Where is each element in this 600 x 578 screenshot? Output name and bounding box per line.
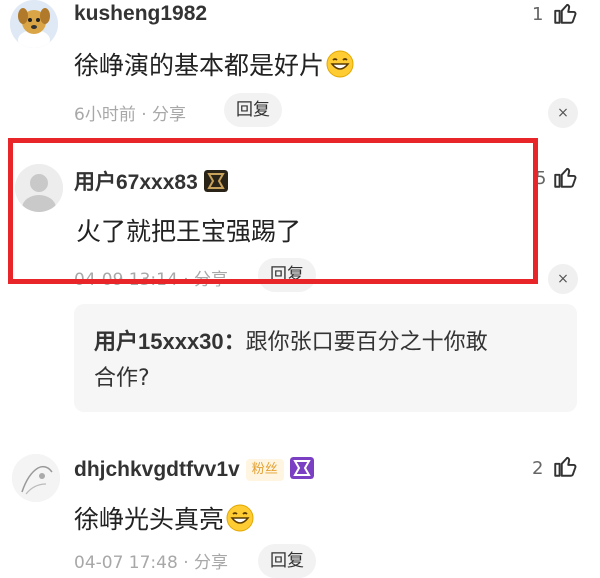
meta-separator: · <box>141 105 147 125</box>
comment-username[interactable]: kusheng1982 <box>74 2 207 26</box>
thumbs-up-icon <box>554 3 577 24</box>
level-badge-icon <box>289 457 314 479</box>
comment-username[interactable]: dhjchkvgdtfvv1v 粉丝 <box>74 457 314 482</box>
dog-avatar-icon <box>10 0 58 48</box>
nested-reply-text: 用户15xxx30：跟你张口要百分之十你敢 合作? <box>94 324 564 397</box>
comment-text: 徐峥光头真亮 <box>74 505 225 534</box>
sketch-avatar-icon <box>12 454 60 502</box>
comment-content: 徐峥光头真亮 <box>74 500 254 536</box>
close-button[interactable]: × <box>548 98 578 128</box>
reply-button[interactable]: 回复 <box>258 544 316 578</box>
share-link[interactable]: 分享 <box>152 105 186 125</box>
like-count: 1 <box>532 4 544 25</box>
like-button[interactable] <box>552 164 578 194</box>
grinning-emoji-icon <box>226 504 254 532</box>
nested-reply-line1: 跟你张口要百分之十你敢 <box>245 330 488 355</box>
like-count: 2 <box>532 458 544 479</box>
avatar[interactable] <box>10 0 58 48</box>
like-button[interactable] <box>552 0 578 30</box>
thumbs-up-icon <box>554 456 577 477</box>
highlight-bottom <box>13 279 533 284</box>
comment-meta: 04-07 17:48 · 分享 <box>74 548 228 573</box>
share-link[interactable]: 分享 <box>194 553 228 573</box>
avatar[interactable] <box>12 454 60 502</box>
meta-separator: · <box>183 553 189 573</box>
close-button[interactable]: × <box>548 264 578 294</box>
thumbs-up-icon <box>554 167 577 188</box>
nested-reply-line2: 合作? <box>94 366 150 391</box>
comment-time: 6小时前 <box>74 105 136 125</box>
like-button[interactable] <box>552 453 578 483</box>
comment-text: 徐峥演的基本都是好片 <box>74 51 325 80</box>
reply-button[interactable]: 回复 <box>224 93 282 127</box>
comment-time: 04-07 17:48 <box>74 553 178 573</box>
fans-badge: 粉丝 <box>245 459 284 481</box>
highlight-box <box>8 138 538 284</box>
username-text: dhjchkvgdtfvv1v <box>74 458 240 481</box>
nested-reply-user[interactable]: 用户15xxx30： <box>94 329 246 354</box>
grinning-emoji-icon <box>326 50 354 78</box>
comment-meta: 6小时前 · 分享 <box>74 100 186 125</box>
nested-reply[interactable]: 用户15xxx30：跟你张口要百分之十你敢 合作? <box>74 304 577 412</box>
comment-content: 徐峥演的基本都是好片 <box>74 46 354 82</box>
